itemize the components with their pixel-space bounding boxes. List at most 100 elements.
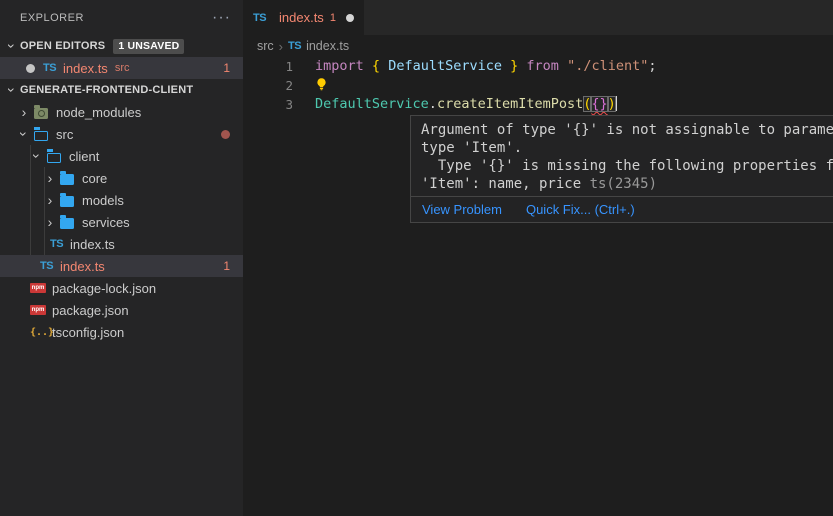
tree-item-package.json[interactable]: npm package.json (0, 299, 243, 321)
code-token (364, 58, 372, 74)
error-count-badge: 1 (223, 259, 230, 273)
explorer-title: EXPLORER (20, 12, 212, 24)
tree-item-label: services (82, 215, 130, 230)
tab-error-count: 1 (330, 12, 336, 24)
file-tree: › node_modules › src › client › core › models › ser… (0, 101, 243, 343)
code-token: import (315, 58, 364, 74)
tree-item-src[interactable]: › src (0, 123, 243, 145)
code-line: 2 (243, 76, 833, 95)
chevron-down-icon[interactable]: › (17, 124, 31, 144)
line-number: 3 (243, 95, 293, 114)
folder-open-icon (34, 131, 48, 141)
error-message-line: 'Item': name, price ts(2345) (421, 175, 833, 193)
chevron-down-icon[interactable]: › (5, 82, 19, 98)
code-line-text: DefaultService.createItemItemPost({}) (293, 95, 617, 114)
tree-item-models[interactable]: › models (0, 189, 243, 211)
tab-file-name: index.ts (279, 10, 324, 25)
code-token: . (429, 96, 437, 112)
view-problem-link[interactable]: View Problem (422, 202, 502, 217)
tree-item-index.ts[interactable]: TSindex.ts (0, 233, 243, 255)
text-cursor (616, 96, 617, 111)
tree-item-label: index.ts (60, 259, 105, 274)
open-editors-section-header[interactable]: › OPEN EDITORS 1 UNSAVED (0, 35, 243, 57)
tree-item-services[interactable]: › services (0, 211, 243, 233)
editor-group: TS index.ts 1 src › TS index.ts 1import … (243, 0, 833, 516)
folder-icon (60, 218, 74, 229)
code-token: ; (648, 58, 656, 74)
code-editor[interactable]: 1import { DefaultService } from "./clien… (243, 57, 833, 114)
open-editor-item[interactable]: TSindex.ts src 1 (0, 57, 243, 79)
npm-icon: npm (30, 283, 46, 293)
tree-item-client[interactable]: › client (0, 145, 243, 167)
chevron-down-icon[interactable]: › (30, 146, 44, 166)
breadcrumb: src › TS index.ts (243, 35, 349, 57)
code-token: ) (608, 96, 616, 112)
code-token: from (526, 58, 559, 74)
line-number: 2 (243, 76, 293, 95)
code-token (559, 58, 567, 74)
tree-item-label: src (56, 127, 73, 142)
more-actions-icon[interactable]: ··· (212, 13, 231, 23)
code-token: { (372, 58, 380, 74)
folder-icon (60, 196, 74, 207)
error-count-badge: 1 (223, 61, 230, 75)
workspace-section-header[interactable]: › GENERATE-FRONTEND-CLIENT (0, 79, 243, 101)
tree-item-core[interactable]: › core (0, 167, 243, 189)
vscode-window: EXPLORER ··· › OPEN EDITORS 1 UNSAVED TS… (0, 0, 833, 516)
workspace-label: GENERATE-FRONTEND-CLIENT (20, 84, 193, 96)
tree-item-label: package-lock.json (52, 281, 156, 296)
chevron-down-icon[interactable]: › (5, 38, 19, 54)
lightbulb-icon[interactable] (315, 77, 328, 97)
unsaved-badge: 1 UNSAVED (113, 39, 184, 54)
tab-index-ts[interactable]: TS index.ts 1 (243, 0, 364, 35)
chevron-right-icon[interactable]: › (40, 193, 60, 207)
sidebar-title-bar: EXPLORER ··· (0, 0, 243, 35)
typescript-icon: TS (50, 238, 70, 250)
json-config-icon: {..} (30, 327, 52, 338)
chevron-right-icon[interactable]: › (40, 215, 60, 229)
open-editors-list: TSindex.ts src 1 (0, 57, 243, 79)
open-editors-label: OPEN EDITORS (20, 40, 105, 52)
tree-item-node_modules[interactable]: › node_modules (0, 101, 243, 123)
error-hover-tooltip: Argument of type '{}' is not assignable … (410, 115, 833, 223)
code-token: "./client" (567, 58, 648, 74)
line-number: 1 (243, 57, 293, 76)
open-editor-file-name: index.ts (63, 61, 108, 76)
tree-item-label: client (69, 149, 99, 164)
tree-item-label: package.json (52, 303, 129, 318)
tree-item-index.ts[interactable]: TSindex.ts 1 (0, 255, 243, 277)
open-editor-description: src (115, 62, 130, 74)
code-line: 3DefaultService.createItemItemPost({}) (243, 95, 833, 114)
diagnostic-code: ts(2345) (590, 176, 657, 192)
tree-item-label: node_modules (56, 105, 141, 120)
code-token: DefaultService (315, 96, 429, 112)
code-token: DefaultService (388, 58, 502, 74)
code-line-text: import { DefaultService } from "./client… (293, 57, 657, 76)
tree-item-label: core (82, 171, 107, 186)
code-token (380, 58, 388, 74)
breadcrumb-file[interactable]: index.ts (306, 39, 349, 53)
error-message-line: Type '{}' is missing the following prope… (421, 157, 833, 175)
code-token: {} (591, 96, 607, 112)
chevron-right-icon[interactable]: › (14, 105, 34, 119)
breadcrumb-folder[interactable]: src (257, 39, 274, 53)
folder-icon (60, 174, 74, 185)
tree-item-label: tsconfig.json (52, 325, 124, 340)
typescript-icon: TS (40, 260, 60, 272)
hover-action-bar: View Problem Quick Fix... (Ctrl+.) (411, 196, 833, 222)
chevron-right-icon[interactable]: › (40, 171, 60, 185)
unsaved-dot-icon[interactable] (346, 14, 354, 22)
typescript-icon: TS (43, 62, 63, 74)
tree-item-label: models (82, 193, 124, 208)
error-message-line: type 'Item'. (421, 139, 833, 157)
explorer-sidebar: EXPLORER ··· › OPEN EDITORS 1 UNSAVED TS… (0, 0, 243, 516)
folder-problem-dot (221, 130, 230, 139)
folder-open-icon (47, 153, 61, 163)
npm-icon: npm (30, 305, 46, 315)
folder-node-icon (34, 108, 48, 119)
code-token (502, 58, 510, 74)
tree-item-package-lock.json[interactable]: npm package-lock.json (0, 277, 243, 299)
tree-item-label: index.ts (70, 237, 115, 252)
quick-fix-link[interactable]: Quick Fix... (Ctrl+.) (526, 202, 635, 217)
tree-item-tsconfig.json[interactable]: {..}tsconfig.json (0, 321, 243, 343)
